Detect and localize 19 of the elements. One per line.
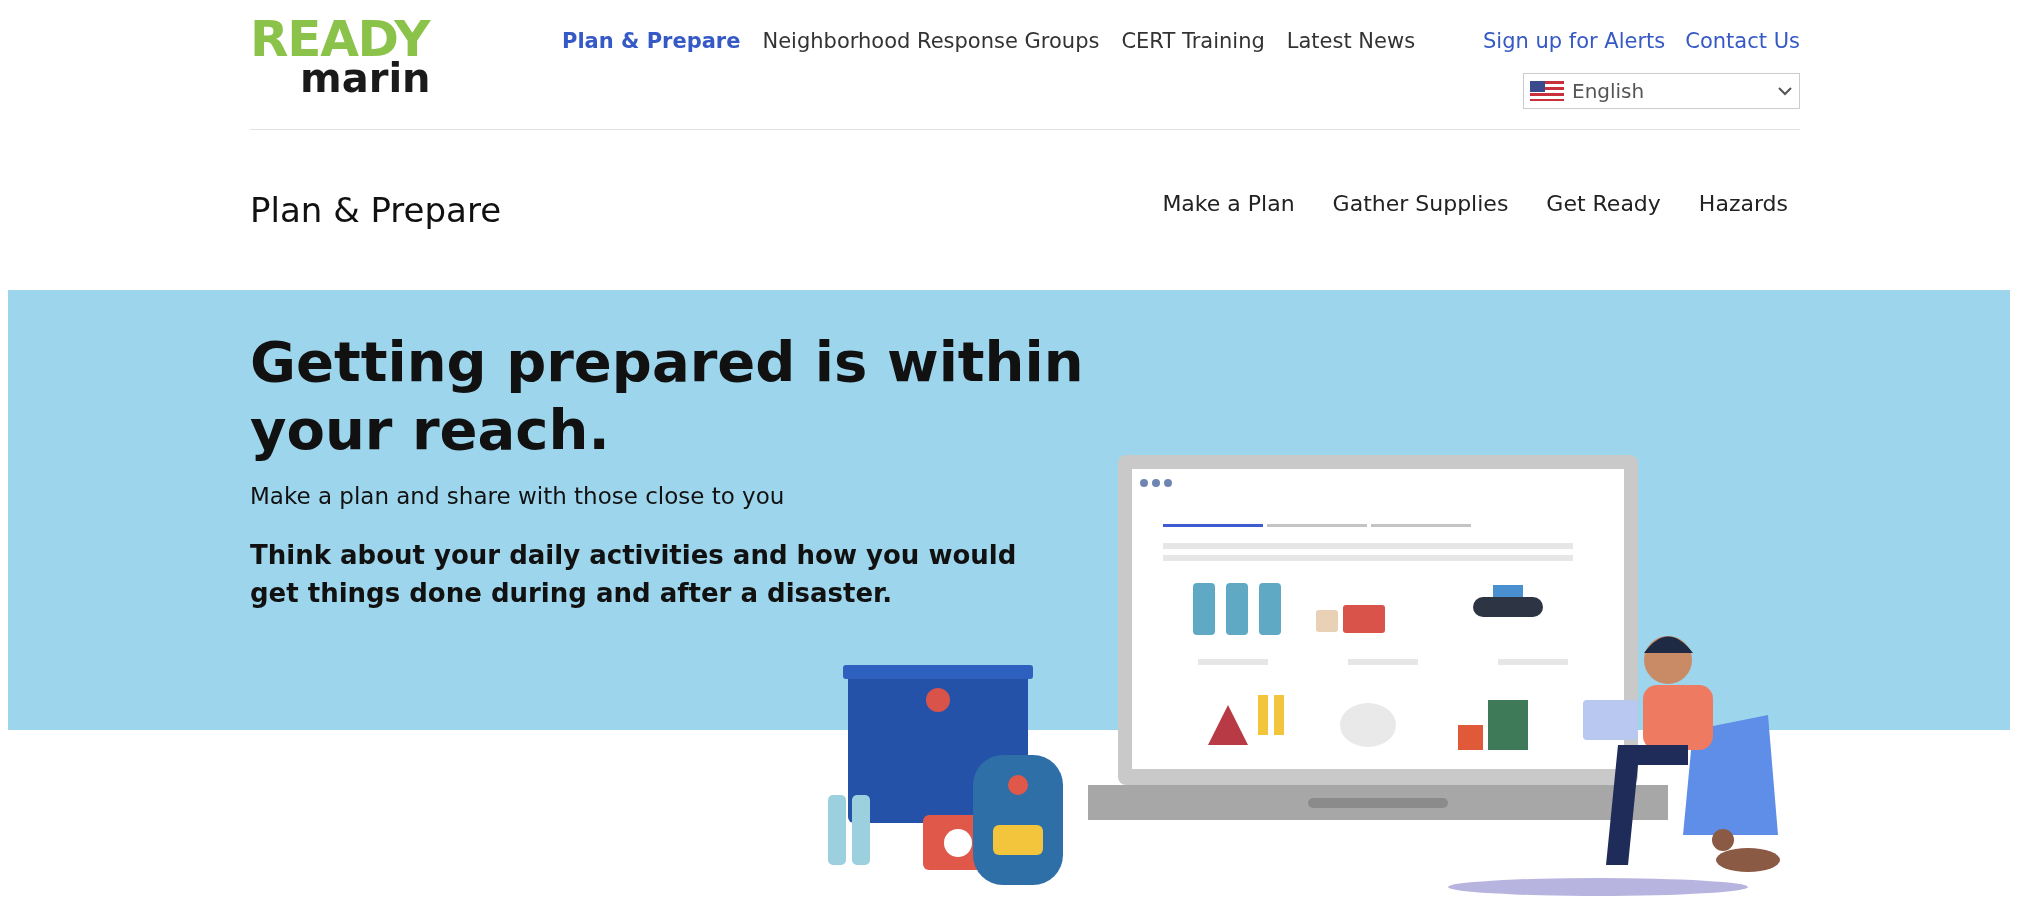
section-link[interactable]: Gather Supplies bbox=[1332, 186, 1509, 220]
header-link[interactable]: Sign up for Alerts bbox=[1483, 26, 1666, 58]
site-logo[interactable]: READY marin bbox=[250, 14, 470, 98]
chevron-down-icon bbox=[1777, 85, 1793, 96]
section-link[interactable]: Hazards bbox=[1698, 186, 1788, 220]
hero-subtitle: Make a plan and share with those close to you bbox=[250, 481, 786, 511]
language-select[interactable]: English bbox=[1523, 72, 1800, 109]
nav-link[interactable]: Plan & Prepare bbox=[562, 26, 741, 58]
section-link[interactable]: Get Ready bbox=[1546, 186, 1661, 220]
nav-link[interactable]: CERT Training bbox=[1121, 26, 1265, 58]
hero-heading: Getting prepared is within your reach. bbox=[250, 328, 1085, 465]
nav-link[interactable]: Latest News bbox=[1286, 26, 1416, 58]
section-link[interactable]: Make a Plan bbox=[1162, 186, 1295, 220]
language-value: English bbox=[1572, 77, 1645, 105]
section-title: Plan & Prepare bbox=[250, 188, 502, 232]
hero-text: Think about your daily activities and how you would get things done during and after a disaster. bbox=[250, 539, 1018, 610]
flag-icon bbox=[1530, 80, 1564, 101]
header-link[interactable]: Contact Us bbox=[1685, 26, 1800, 58]
nav-link[interactable]: Neighborhood Response Groups bbox=[762, 26, 1100, 58]
